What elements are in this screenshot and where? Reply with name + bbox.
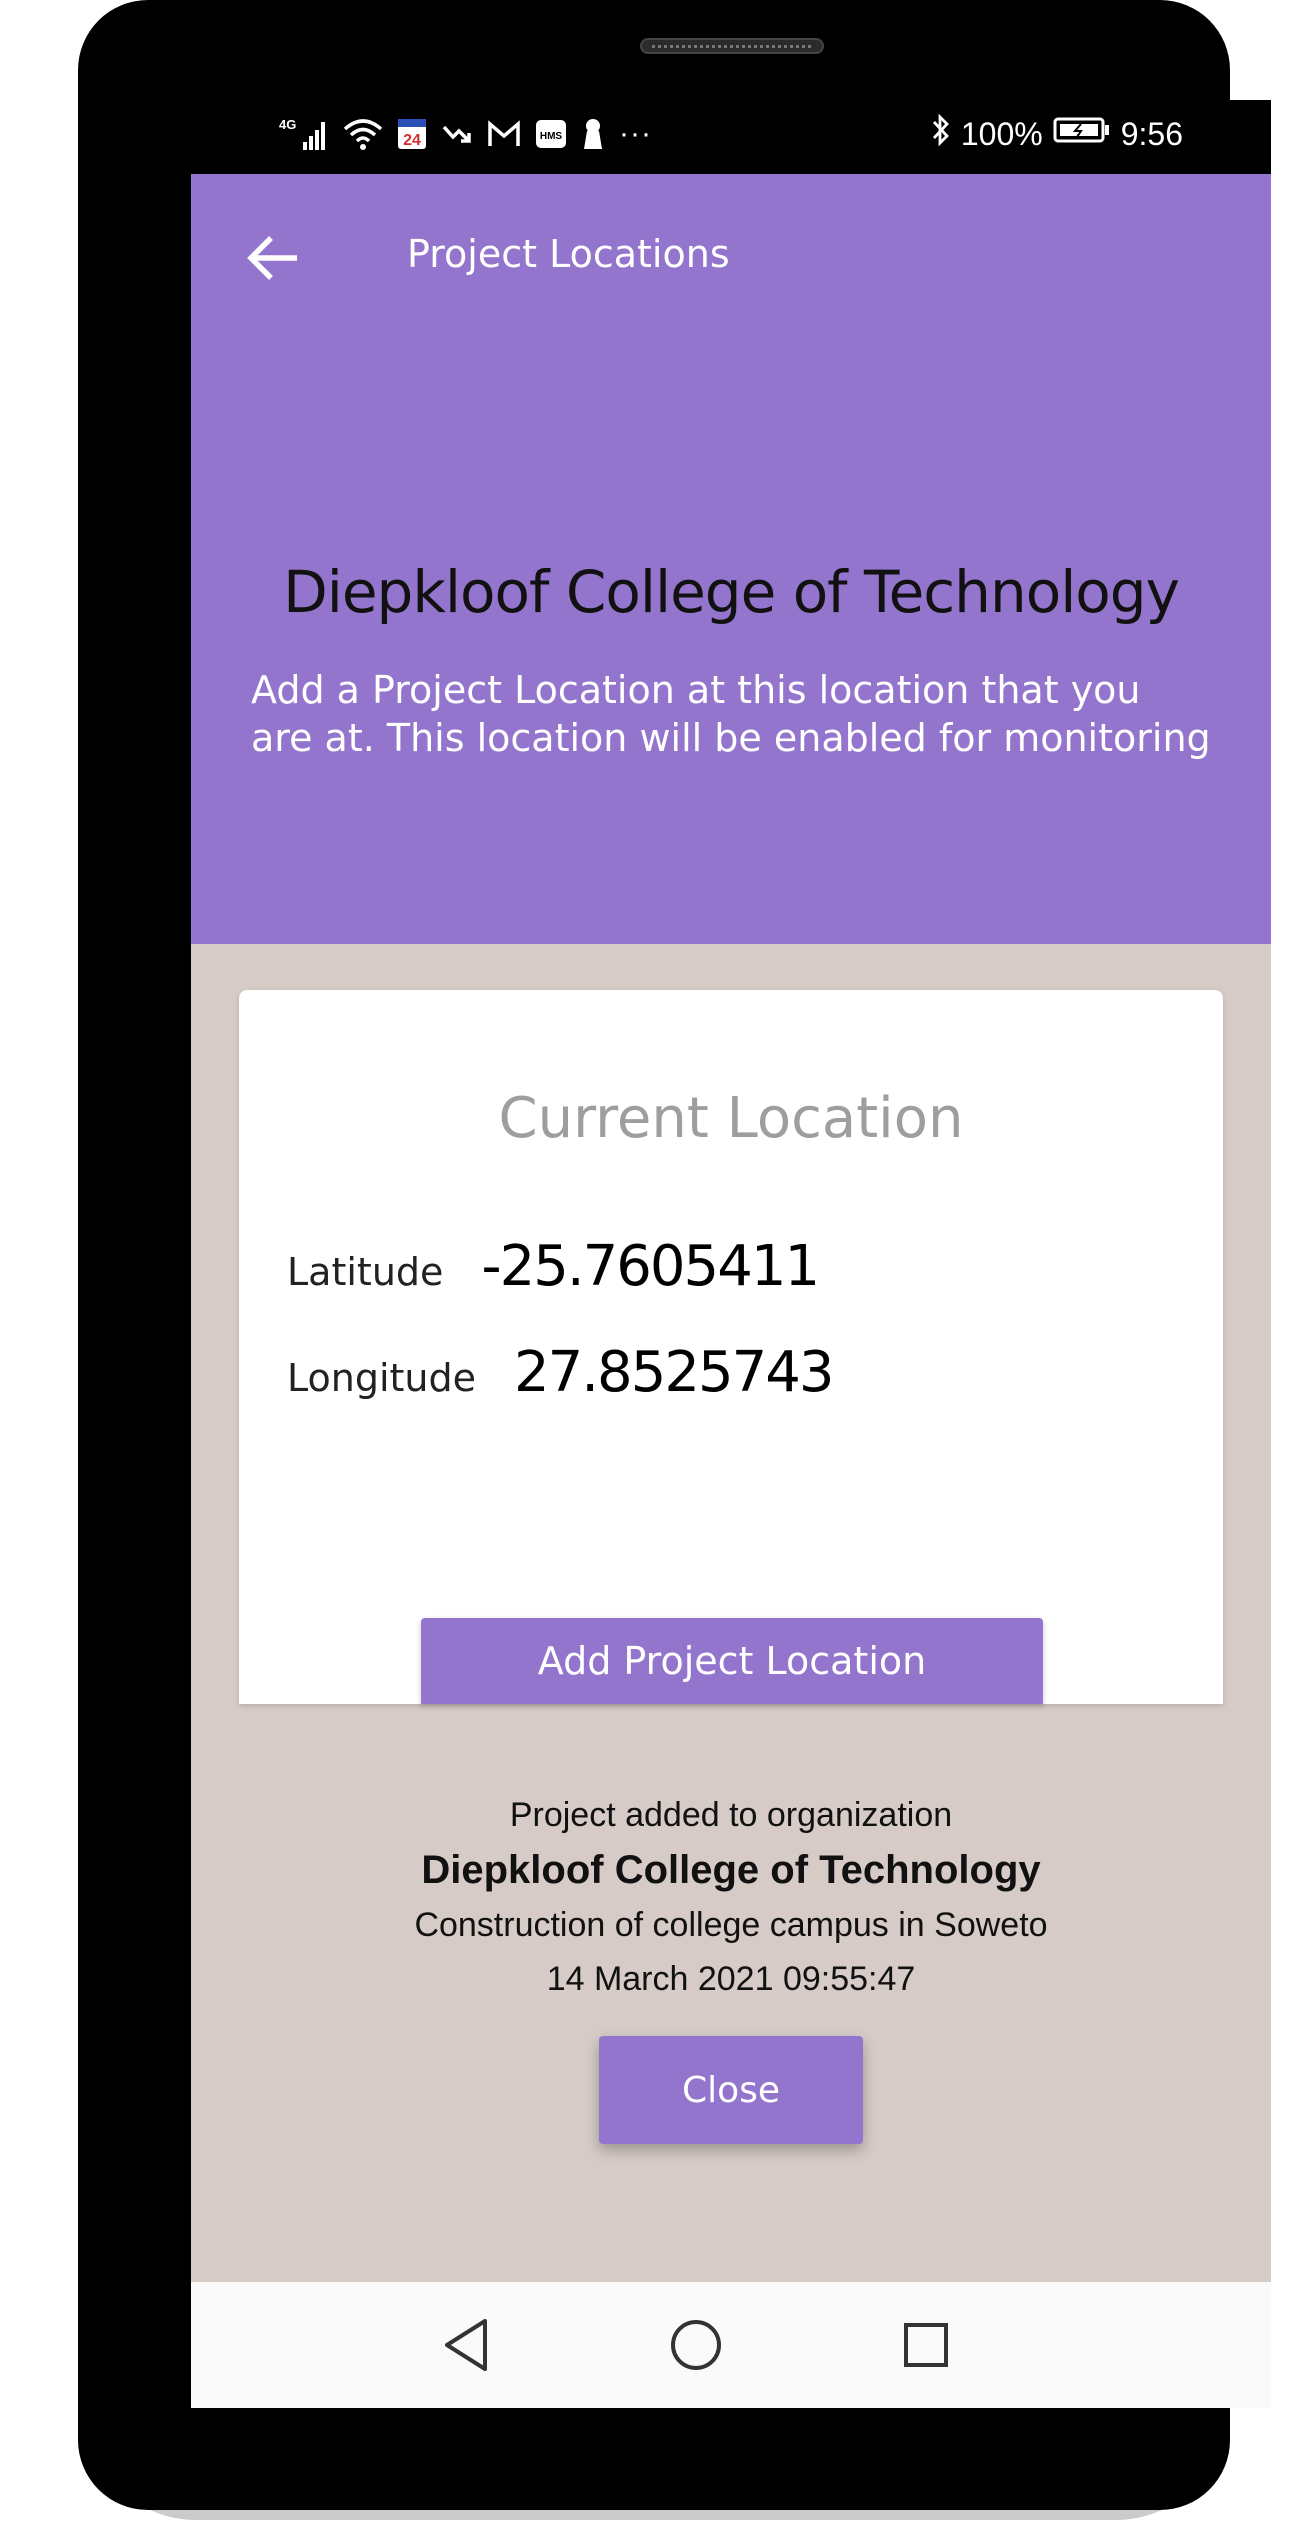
longitude-value: 27.8525743 (514, 1340, 834, 1405)
current-location-card: Current Location Latitude -25.7605411 Lo… (239, 990, 1223, 1704)
screen: 4G 24 HMS ··· 100% 9:56 Project Location… (191, 100, 1271, 2408)
add-project-location-button[interactable]: Add Project Location (421, 1618, 1043, 1704)
nav-home-button[interactable] (661, 2310, 731, 2380)
svg-text:4G: 4G (279, 117, 296, 132)
back-triangle-icon (445, 2319, 487, 2371)
status-bar: 4G 24 HMS ··· 100% 9:56 (191, 100, 1271, 174)
header-description: Add a Project Location at this location … (251, 668, 1211, 760)
nav-back-button[interactable] (431, 2310, 501, 2380)
message-line: Project added to organization (509, 1796, 953, 1834)
navigation-bar (191, 2282, 1271, 2408)
svg-text:24: 24 (403, 132, 421, 149)
more-dots-icon: ··· (619, 117, 652, 150)
home-circle-icon (671, 2320, 721, 2370)
news24-icon: 24 (397, 118, 427, 150)
status-icons-left: 4G 24 HMS ··· (279, 114, 652, 154)
header: Project Locations Diepkloof College of T… (191, 174, 1271, 944)
message-org-name: Diepkloof College of Technology (421, 1848, 1041, 1892)
latitude-label: Latitude (287, 1250, 444, 1294)
latitude-value: -25.7605411 (481, 1234, 820, 1299)
keyhole-icon (581, 117, 605, 151)
hms-icon: HMS (535, 119, 567, 149)
latitude-row: Latitude -25.7605411 (287, 1234, 820, 1299)
longitude-row: Longitude 27.8525743 (287, 1340, 834, 1405)
card-title: Current Location (498, 1086, 964, 1151)
app-bar-title: Project Locations (407, 232, 730, 276)
speaker-grille (640, 38, 824, 54)
battery-percent: 100% (960, 115, 1043, 152)
project-description: Construction of college campus in Soweto (414, 1906, 1048, 1944)
phone-frame: 4G 24 HMS ··· 100% 9:56 Project Location… (78, 0, 1271, 2510)
svg-text:HMS: HMS (540, 131, 563, 142)
close-button[interactable]: Close (599, 2036, 863, 2144)
longitude-label: Longitude (287, 1356, 476, 1400)
organization-name: Diepkloof College of Technology (283, 558, 1180, 626)
missed-call-icon (441, 119, 473, 149)
back-button[interactable] (243, 228, 303, 288)
bluetooth-icon (931, 113, 951, 155)
wifi-icon (343, 117, 383, 151)
recents-square-icon (904, 2323, 948, 2367)
timestamp: 14 March 2021 09:55:47 (546, 1960, 916, 1998)
clock: 9:56 (1120, 115, 1183, 152)
4g-signal-icon: 4G (279, 116, 329, 152)
battery-icon (1053, 115, 1111, 153)
gmail-icon (487, 120, 521, 148)
nav-recents-button[interactable] (891, 2310, 961, 2380)
arrow-back-icon (247, 236, 297, 280)
status-right: 100% 9:56 (931, 113, 1183, 155)
